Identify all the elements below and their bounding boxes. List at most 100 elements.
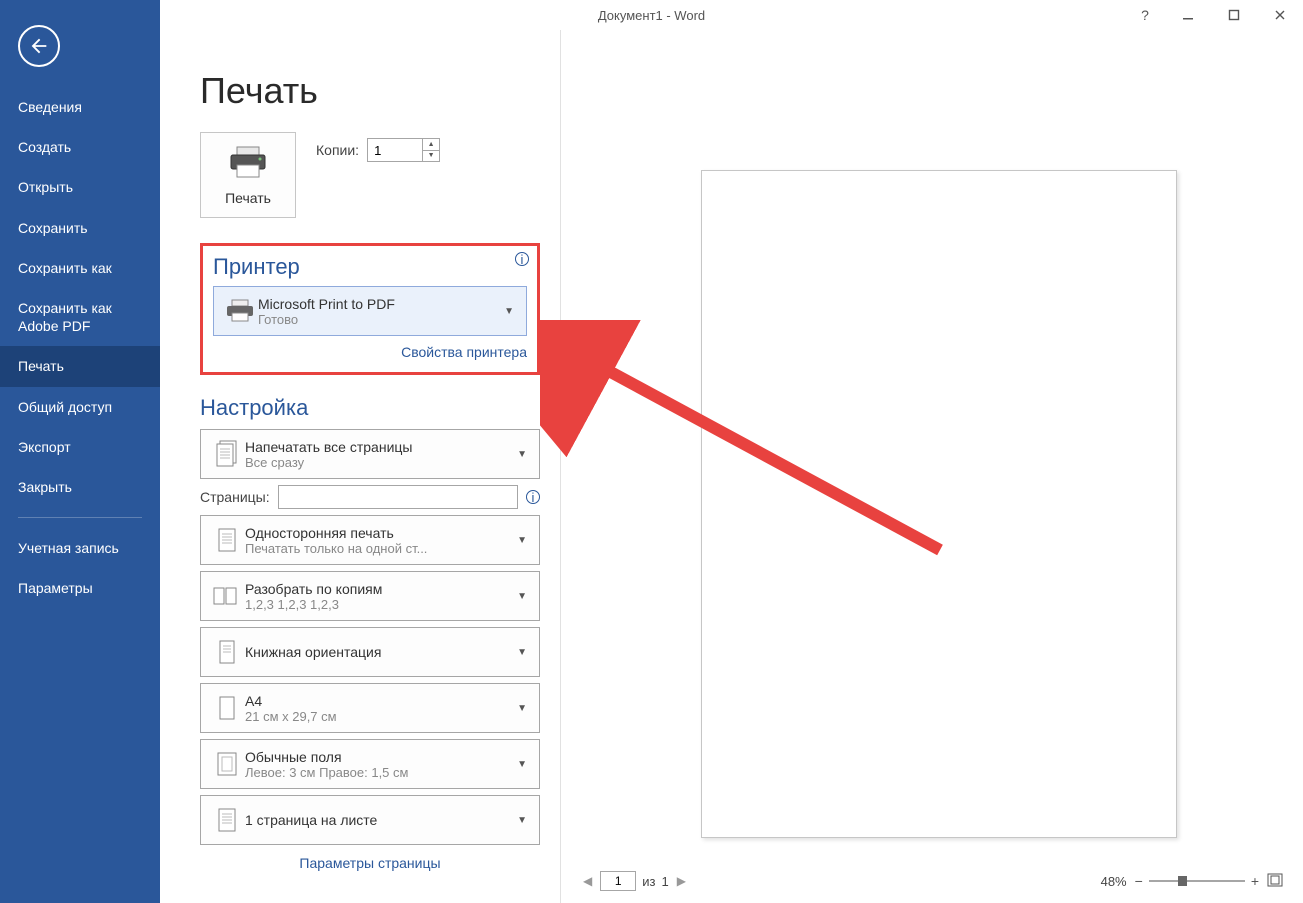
copies-spinner[interactable]: ▲ ▼ bbox=[367, 138, 440, 162]
duplex-dropdown[interactable]: Односторонняя печать Печатать только на … bbox=[200, 515, 540, 565]
chevron-down-icon: ▼ bbox=[513, 535, 531, 546]
page-total-prefix: из bbox=[642, 874, 655, 889]
current-page-input[interactable] bbox=[600, 871, 636, 891]
pages-info-icon[interactable]: i bbox=[526, 490, 540, 504]
preview-status-bar: ◀ из 1 ▶ 48% − + bbox=[561, 871, 1303, 891]
zoom-value: 48% bbox=[1101, 874, 1127, 889]
printer-properties-link[interactable]: Свойства принтера bbox=[213, 344, 527, 360]
zoom-fit-button[interactable] bbox=[1267, 873, 1283, 890]
copies-label: Копии: bbox=[316, 142, 359, 158]
portrait-icon bbox=[209, 637, 245, 667]
collate-sub: 1,2,3 1,2,3 1,2,3 bbox=[245, 597, 513, 612]
collate-dropdown[interactable]: Разобрать по копиям 1,2,3 1,2,3 1,2,3 ▼ bbox=[200, 571, 540, 621]
margins-dropdown[interactable]: Обычные поля Левое: 3 см Правое: 1,5 см … bbox=[200, 739, 540, 789]
margins-title: Обычные поля bbox=[245, 749, 513, 765]
chevron-down-icon: ▼ bbox=[513, 815, 531, 826]
chevron-down-icon: ▼ bbox=[513, 759, 531, 770]
nav-options[interactable]: Параметры bbox=[0, 568, 160, 608]
nav-save-as[interactable]: Сохранить как bbox=[0, 248, 160, 288]
margins-sub: Левое: 3 см Правое: 1,5 см bbox=[245, 765, 513, 780]
zoom-out-button[interactable]: − bbox=[1135, 873, 1143, 889]
nav-export[interactable]: Экспорт bbox=[0, 427, 160, 467]
minimize-button[interactable] bbox=[1165, 0, 1211, 30]
nav-info[interactable]: Сведения bbox=[0, 87, 160, 127]
zoom-track[interactable] bbox=[1149, 880, 1245, 882]
copies-down[interactable]: ▼ bbox=[423, 151, 439, 162]
printer-section: i Принтер Microsoft Print to PDF Готово … bbox=[200, 243, 540, 375]
pages-per-sheet-dropdown[interactable]: 1 страница на листе ▼ bbox=[200, 795, 540, 845]
printer-name: Microsoft Print to PDF bbox=[258, 296, 500, 312]
duplex-sub: Печатать только на одной ст... bbox=[245, 541, 513, 556]
copies-row: Копии: ▲ ▼ bbox=[316, 138, 440, 162]
nav-open[interactable]: Открыть bbox=[0, 167, 160, 207]
collate-title: Разобрать по копиям bbox=[245, 581, 513, 597]
printer-icon bbox=[227, 145, 269, 182]
nav-save-as-pdf[interactable]: Сохранить как Adobe PDF bbox=[0, 288, 160, 346]
zoom-in-button[interactable]: + bbox=[1251, 873, 1259, 889]
printer-dropdown[interactable]: Microsoft Print to PDF Готово ▼ bbox=[213, 286, 527, 336]
nav-print[interactable]: Печать bbox=[0, 346, 160, 386]
printer-info-icon[interactable]: i bbox=[515, 252, 529, 266]
back-button[interactable] bbox=[18, 25, 60, 67]
paper-title: A4 bbox=[245, 693, 513, 709]
print-button-label: Печать bbox=[225, 190, 271, 206]
pages-label: Страницы: bbox=[200, 489, 270, 505]
nav-separator bbox=[18, 517, 142, 518]
zoom-slider[interactable]: − + bbox=[1135, 873, 1259, 889]
maximize-button[interactable] bbox=[1211, 0, 1257, 30]
nav-close[interactable]: Закрыть bbox=[0, 467, 160, 507]
paper-size-dropdown[interactable]: A4 21 см x 29,7 см ▼ bbox=[200, 683, 540, 733]
print-preview-panel: ◀ из 1 ▶ 48% − + bbox=[560, 30, 1303, 903]
pages-per-sheet-icon bbox=[209, 805, 245, 835]
nav-account[interactable]: Учетная запись bbox=[0, 528, 160, 568]
printer-section-title: Принтер bbox=[213, 254, 527, 280]
close-button[interactable] bbox=[1257, 0, 1303, 30]
nav-new[interactable]: Создать bbox=[0, 127, 160, 167]
preview-page bbox=[701, 170, 1177, 838]
paper-icon bbox=[209, 693, 245, 723]
pages-input[interactable] bbox=[278, 485, 518, 509]
window-controls: ? bbox=[1125, 0, 1303, 30]
help-button[interactable]: ? bbox=[1125, 0, 1165, 30]
print-settings-panel: Печать Печать Копии: ▲ bbox=[160, 30, 560, 903]
nav-share[interactable]: Общий доступ bbox=[0, 387, 160, 427]
duplex-title: Односторонняя печать bbox=[245, 525, 513, 541]
print-range-dropdown[interactable]: Напечатать все страницы Все сразу ▼ bbox=[200, 429, 540, 479]
copies-up[interactable]: ▲ bbox=[423, 139, 439, 151]
title-bar: Документ1 - Word ? bbox=[0, 0, 1303, 30]
print-range-title: Напечатать все страницы bbox=[245, 439, 513, 455]
chevron-down-icon: ▼ bbox=[513, 703, 531, 714]
zoom-controls: 48% − + bbox=[1101, 873, 1283, 890]
main-area: Печать Печать Копии: ▲ bbox=[160, 30, 1303, 903]
page-heading: Печать bbox=[200, 70, 540, 112]
pages-row: Страницы: i bbox=[200, 485, 540, 509]
orientation-title: Книжная ориентация bbox=[245, 644, 513, 660]
backstage-sidebar: Сведения Создать Открыть Сохранить Сохра… bbox=[0, 0, 160, 903]
nav-save[interactable]: Сохранить bbox=[0, 208, 160, 248]
one-sided-icon bbox=[209, 525, 245, 555]
per-sheet-title: 1 страница на листе bbox=[245, 812, 513, 828]
zoom-thumb[interactable] bbox=[1178, 876, 1187, 886]
page-setup-link[interactable]: Параметры страницы bbox=[200, 855, 540, 871]
printer-status: Готово bbox=[258, 312, 500, 327]
prev-page-button[interactable]: ◀ bbox=[581, 874, 594, 888]
chevron-down-icon: ▼ bbox=[513, 449, 531, 460]
chevron-down-icon: ▼ bbox=[513, 647, 531, 658]
page-navigator: ◀ из 1 ▶ bbox=[581, 871, 688, 891]
orientation-dropdown[interactable]: Книжная ориентация ▼ bbox=[200, 627, 540, 677]
next-page-button[interactable]: ▶ bbox=[675, 874, 688, 888]
print-action-row: Печать Копии: ▲ ▼ bbox=[200, 132, 540, 218]
settings-section: Настройка Напечатать все страницы Все ср… bbox=[200, 395, 540, 871]
margins-icon bbox=[209, 749, 245, 779]
chevron-down-icon: ▼ bbox=[513, 591, 531, 602]
print-button[interactable]: Печать bbox=[200, 132, 296, 218]
print-range-sub: Все сразу bbox=[245, 455, 513, 470]
collate-icon bbox=[209, 582, 245, 610]
copies-input[interactable] bbox=[368, 139, 422, 161]
printer-dd-icon bbox=[222, 299, 258, 323]
window-title: Документ1 - Word bbox=[598, 8, 705, 23]
chevron-down-icon: ▼ bbox=[500, 306, 518, 317]
settings-section-title: Настройка bbox=[200, 395, 540, 421]
document-stack-icon bbox=[209, 439, 245, 469]
page-total: 1 bbox=[661, 874, 668, 889]
